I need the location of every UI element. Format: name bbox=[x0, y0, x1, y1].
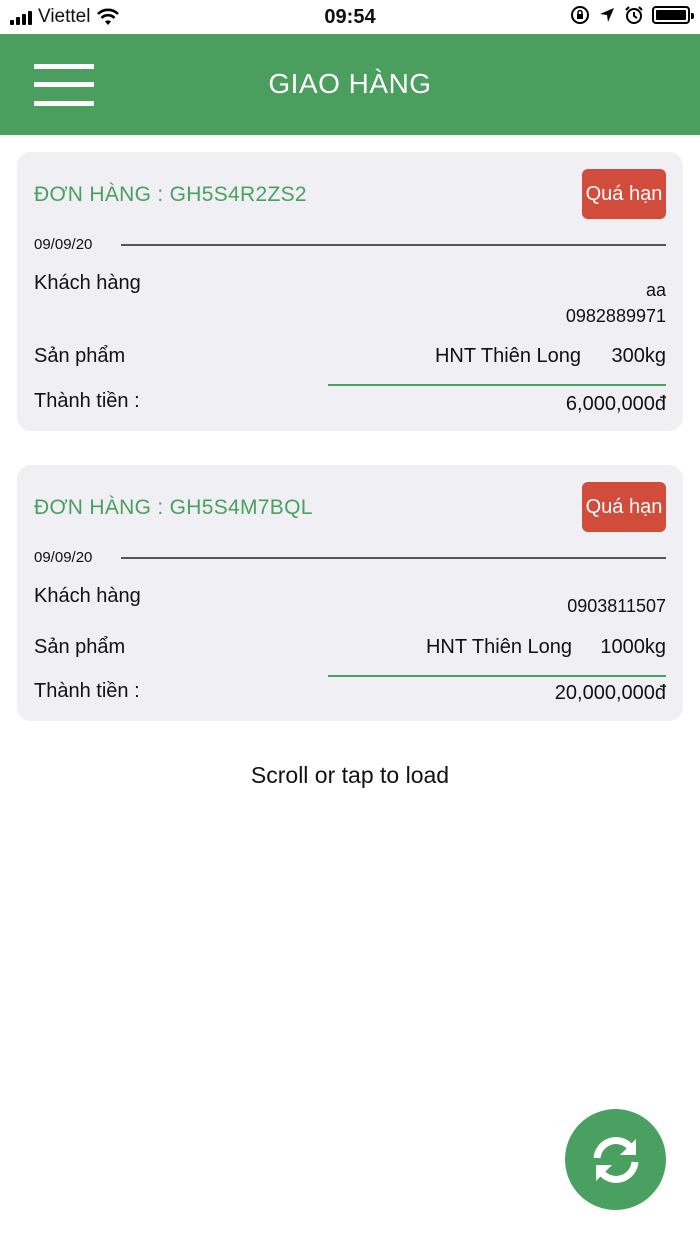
total-value: 6,000,000đ bbox=[565, 393, 666, 415]
divider bbox=[328, 384, 666, 386]
product-name: HNT Thiên Long bbox=[425, 636, 572, 658]
order-card[interactable]: ĐƠN HÀNG : GH5S4R2ZS2 Quá hạn 09/09/20 K… bbox=[17, 152, 683, 431]
status-badge: Quá hạn bbox=[582, 482, 666, 532]
divider bbox=[121, 557, 666, 559]
order-date: 09/09/20 bbox=[34, 236, 93, 253]
divider bbox=[121, 244, 666, 246]
customer-name: aa bbox=[645, 280, 666, 300]
customer-label: Khách hàng bbox=[34, 272, 141, 294]
order-id: ĐƠN HÀNG : GH5S4M7BQL bbox=[34, 496, 313, 519]
divider bbox=[328, 675, 666, 677]
order-date: 09/09/20 bbox=[34, 549, 93, 566]
app-header: GIAO HÀNG bbox=[0, 34, 700, 135]
rotation-lock-icon bbox=[571, 6, 589, 24]
refresh-icon bbox=[593, 1136, 638, 1183]
product-label: Sản phẩm bbox=[34, 636, 126, 658]
product-label: Sản phẩm bbox=[34, 345, 126, 367]
order-card[interactable]: ĐƠN HÀNG : GH5S4M7BQL Quá hạn 09/09/20 K… bbox=[17, 465, 683, 721]
total-label: Thành tiền : bbox=[34, 680, 140, 702]
status-bar: Viettel 09:54 bbox=[0, 0, 700, 34]
page-title: GIAO HÀNG bbox=[268, 68, 432, 99]
product-name: HNT Thiên Long bbox=[434, 345, 581, 367]
order-id: ĐƠN HÀNG : GH5S4R2ZS2 bbox=[34, 183, 307, 206]
status-badge: Quá hạn bbox=[582, 169, 666, 219]
status-right bbox=[570, 5, 694, 25]
location-icon bbox=[600, 8, 614, 22]
customer-phone: 0903811507 bbox=[567, 596, 666, 616]
customer-phone: 0982889971 bbox=[565, 306, 666, 326]
load-more-button[interactable]: Scroll or tap to load bbox=[0, 762, 700, 789]
refresh-button[interactable] bbox=[565, 1109, 666, 1210]
customer-label: Khách hàng bbox=[34, 585, 141, 607]
product-quantity: 1000kg bbox=[600, 636, 666, 658]
total-label: Thành tiền : bbox=[34, 390, 140, 412]
product-quantity: 300kg bbox=[611, 345, 667, 367]
battery-icon bbox=[652, 6, 694, 24]
alarm-icon bbox=[625, 6, 643, 24]
total-value: 20,000,000đ bbox=[554, 682, 666, 704]
